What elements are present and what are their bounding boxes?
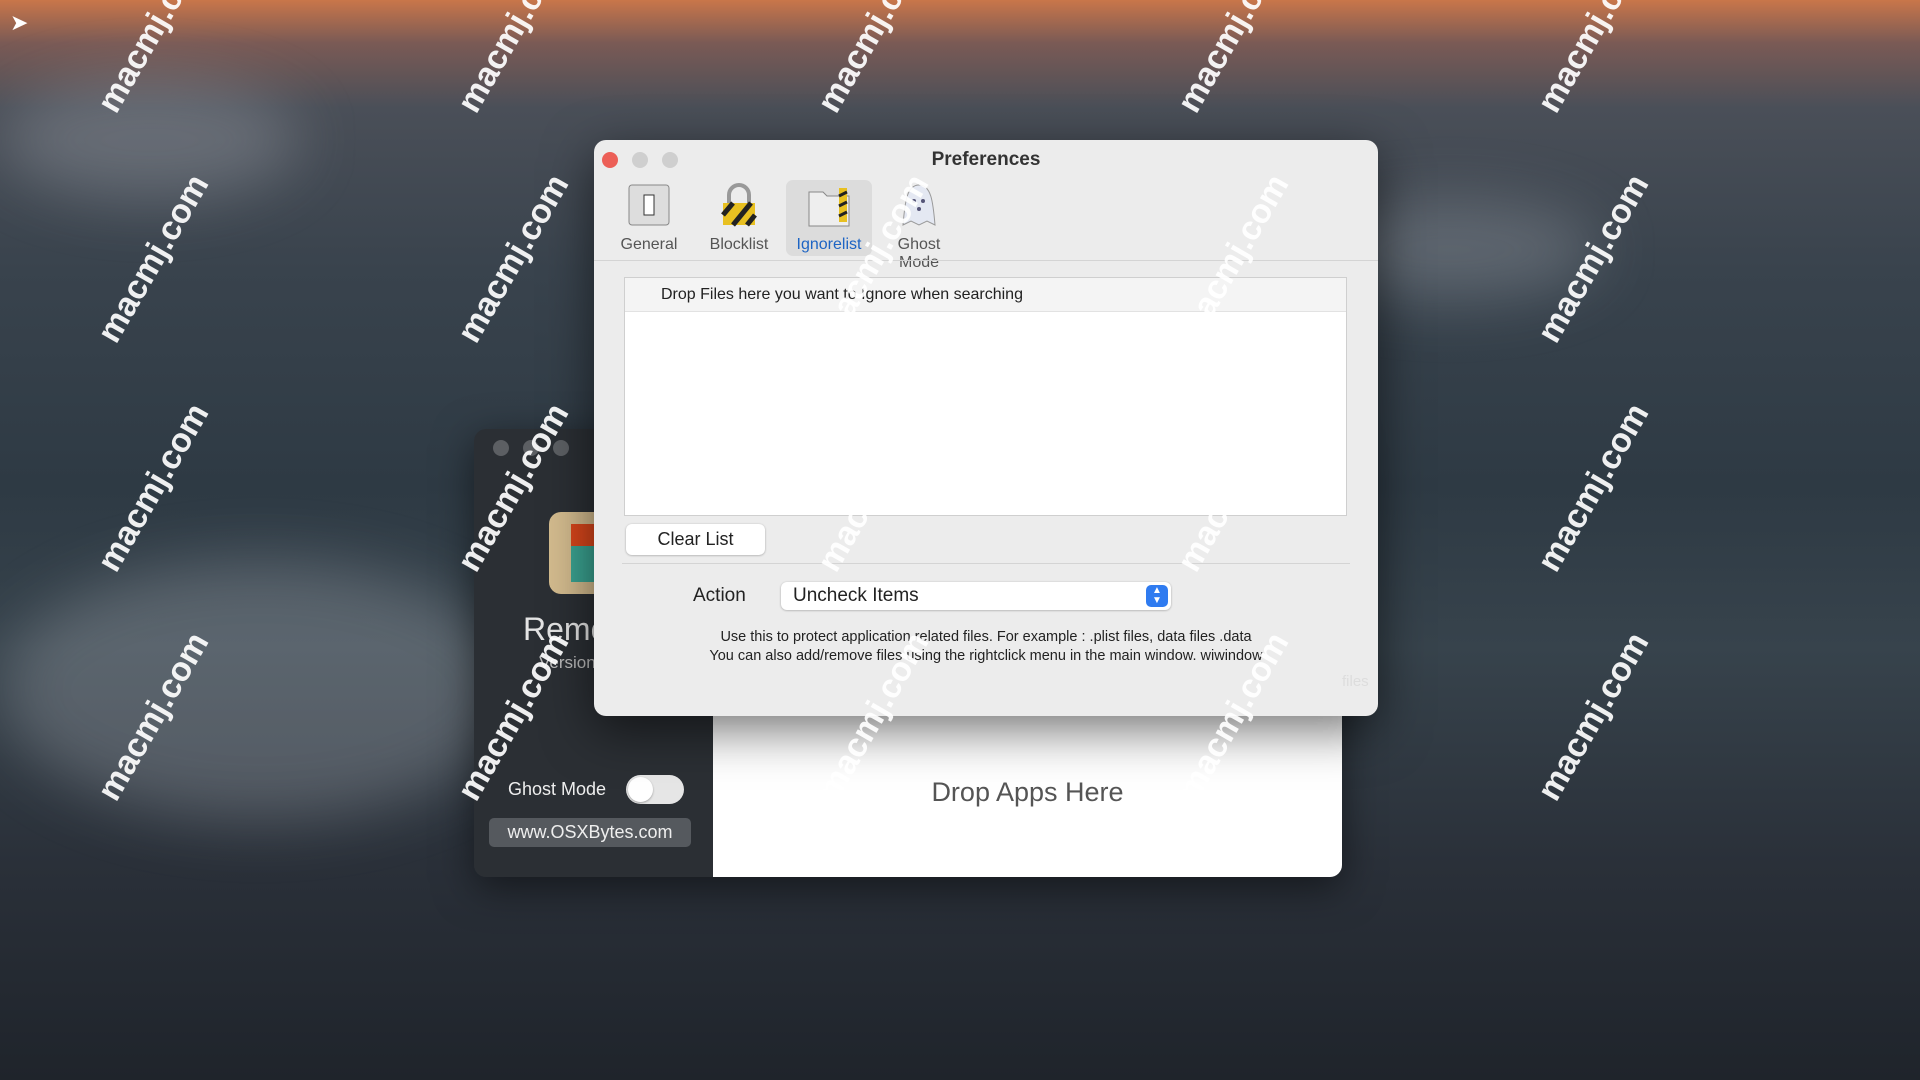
zoom-button[interactable] — [553, 440, 569, 456]
watermark: macmj.com — [450, 0, 577, 119]
watermark: macmj.com — [1530, 625, 1657, 807]
website-button[interactable]: www.OSXBytes.com — [489, 818, 691, 847]
clear-list-button[interactable]: Clear List — [626, 524, 765, 555]
help-line-2: You can also add/remove files using the … — [709, 648, 1263, 664]
folder-hazard-icon — [786, 180, 872, 230]
action-select[interactable]: Uncheck Items ▲ ▼ — [781, 582, 1171, 610]
minimize-button[interactable] — [523, 440, 539, 456]
close-button[interactable] — [493, 440, 509, 456]
ghost-mode-toggle[interactable] — [626, 775, 684, 804]
chevron-up-down-icon: ▲ ▼ — [1146, 585, 1168, 607]
divider — [622, 563, 1350, 564]
ghost-mode-label: Ghost Mode — [508, 779, 607, 799]
watermark: macmj.com — [450, 167, 577, 349]
toolbar-tabs: General Blocklist Ignorelist Ghost Mode — [606, 180, 962, 271]
tab-blocklist[interactable]: Blocklist — [696, 180, 782, 256]
help-line-1: Use this to protect application related … — [720, 629, 1252, 645]
watermark: macmj.com — [90, 396, 217, 578]
mouse-cursor-icon: ➤ — [10, 10, 29, 35]
watermark: macmj.com — [810, 0, 937, 119]
action-label: Action — [693, 585, 746, 606]
action-select-value: Uncheck Items — [793, 585, 919, 606]
switch-icon — [606, 180, 692, 230]
app-version: Version — [539, 653, 596, 672]
tab-ignorelist[interactable]: Ignorelist — [786, 180, 872, 256]
ignore-drop-list[interactable]: Drop Files here you want to Ignore when … — [624, 277, 1347, 516]
drop-apps-label: Drop Apps Here — [931, 777, 1124, 807]
preferences-window: Preferences General Blocklist Ignorelist… — [594, 140, 1378, 716]
tab-ghost-mode[interactable]: Ghost Mode — [876, 180, 962, 271]
overflow-text: files — [1342, 673, 1369, 690]
watermark: macmj.com — [1530, 396, 1657, 578]
ghost-icon — [876, 180, 962, 230]
watermark: macmj.com — [1530, 0, 1657, 119]
tab-general[interactable]: General — [606, 180, 692, 256]
window-title: Preferences — [931, 149, 1041, 170]
list-header: Drop Files here you want to Ignore when … — [625, 278, 1346, 312]
help-text: Use this to protect application related … — [594, 628, 1378, 666]
padlock-icon — [696, 180, 782, 230]
watermark: macmj.com — [1170, 0, 1297, 119]
toolbar-divider — [594, 260, 1378, 261]
